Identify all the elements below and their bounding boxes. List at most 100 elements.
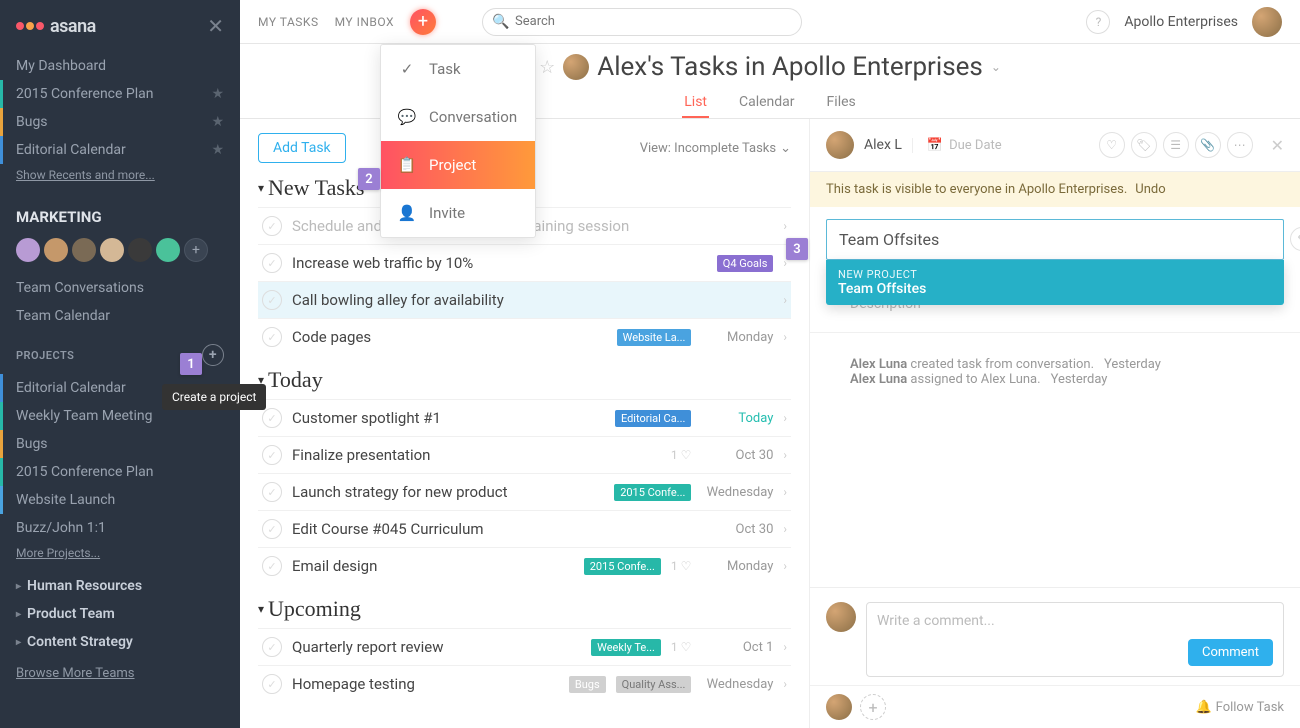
org-switcher[interactable]: Apollo Enterprises: [1124, 14, 1238, 30]
task-tag[interactable]: Website La...: [617, 329, 692, 346]
comment-input[interactable]: Write a comment... Comment: [866, 602, 1284, 677]
complete-checkbox[interactable]: ✓: [262, 519, 282, 539]
avatar[interactable]: [100, 238, 124, 262]
project-suggestion[interactable]: NEW PROJECT Team Offsites: [826, 260, 1284, 305]
follow-task-button[interactable]: 🔔Follow Task: [1195, 700, 1284, 715]
complete-checkbox[interactable]: ✓: [262, 216, 282, 236]
task-tag[interactable]: Q4 Goals: [717, 255, 774, 272]
favorite-star-icon[interactable]: ☆: [539, 57, 555, 78]
project-input[interactable]: [826, 219, 1284, 260]
sidebar-team-link[interactable]: Team Calendar: [0, 302, 240, 330]
add-task-button[interactable]: Add Task: [258, 133, 346, 163]
nav-my-tasks[interactable]: MY TASKS: [258, 15, 319, 29]
task-tag[interactable]: Quality Ass...: [616, 676, 692, 693]
complete-checkbox[interactable]: ✓: [262, 674, 282, 694]
task-row[interactable]: ✓Increase web traffic by 10%Q4 Goals›: [258, 244, 791, 281]
like-count[interactable]: 1 ♡: [671, 448, 691, 462]
task-row[interactable]: ✓Launch strategy for new product2015 Con…: [258, 473, 791, 510]
add-member-button[interactable]: +: [184, 238, 208, 262]
task-group-header[interactable]: Upcoming: [258, 596, 791, 622]
collaborator-avatar[interactable]: [826, 694, 852, 720]
complete-checkbox[interactable]: ✓: [262, 445, 282, 465]
sidebar-team[interactable]: Content Strategy: [0, 628, 240, 656]
title-dropdown-icon[interactable]: ⌄: [991, 60, 1001, 74]
subtask-icon[interactable]: ☰: [1163, 132, 1189, 158]
sidebar-project[interactable]: 2015 Conference Plan: [0, 458, 240, 486]
user-avatar[interactable]: [1252, 7, 1282, 37]
add-collaborator-button[interactable]: +: [860, 694, 886, 720]
browse-teams-link[interactable]: Browse More Teams: [0, 656, 240, 691]
avatar[interactable]: [44, 238, 68, 262]
team-marketing-header[interactable]: MARKETING: [0, 194, 240, 234]
task-tag[interactable]: Editorial Ca...: [615, 410, 691, 427]
sidebar-collapse-icon[interactable]: ✕: [207, 14, 224, 38]
tab-files[interactable]: Files: [825, 88, 858, 118]
help-icon[interactable]: ?: [1086, 10, 1110, 34]
task-row[interactable]: ✓Customer spotlight #1Editorial Ca...Tod…: [258, 399, 791, 436]
task-row[interactable]: ✓Code pagesWebsite La...Monday›: [258, 318, 791, 355]
sidebar-favorite[interactable]: Editorial Calendar★: [0, 136, 240, 164]
task-tag[interactable]: Bugs: [569, 676, 606, 693]
star-icon[interactable]: ★: [211, 86, 224, 102]
task-group-header[interactable]: Today: [258, 367, 791, 393]
comment-button[interactable]: Comment: [1188, 639, 1273, 666]
show-recents-link[interactable]: Show Recents and more...: [0, 164, 240, 194]
complete-checkbox[interactable]: ✓: [262, 253, 282, 273]
star-icon[interactable]: ★: [211, 114, 224, 130]
avatar[interactable]: [156, 238, 180, 262]
star-icon[interactable]: ★: [211, 142, 224, 158]
like-icon[interactable]: ♡: [1099, 132, 1125, 158]
attachment-icon[interactable]: 📎: [1195, 132, 1221, 158]
assignee-name[interactable]: Alex L: [864, 137, 902, 153]
like-count[interactable]: 1 ♡: [671, 559, 691, 573]
sidebar-project[interactable]: Buzz/John 1:1: [0, 514, 240, 542]
search-input[interactable]: [482, 8, 802, 36]
task-row[interactable]: ✓Finalize presentation1 ♡Oct 30›: [258, 436, 791, 473]
undo-link[interactable]: Undo: [1135, 182, 1165, 197]
complete-checkbox[interactable]: ✓: [262, 637, 282, 657]
create-menu-invite[interactable]: 👤Invite: [381, 189, 535, 237]
sidebar-project[interactable]: Bugs: [0, 430, 240, 458]
due-date-field[interactable]: 📅 Due Date: [912, 138, 1002, 153]
sidebar-favorite[interactable]: Bugs★: [0, 108, 240, 136]
complete-checkbox[interactable]: ✓: [262, 482, 282, 502]
tag-icon[interactable]: 🏷: [1131, 132, 1157, 158]
tab-list[interactable]: List: [682, 88, 709, 118]
global-add-button[interactable]: +: [410, 9, 436, 35]
create-menu-task[interactable]: ✓Task: [381, 45, 535, 93]
sidebar-dashboard[interactable]: My Dashboard: [0, 52, 240, 80]
create-menu-project[interactable]: 📋Project: [381, 141, 535, 189]
complete-checkbox[interactable]: ✓: [262, 290, 282, 310]
close-detail-icon[interactable]: ✕: [1271, 136, 1284, 155]
avatar[interactable]: [72, 238, 96, 262]
task-tag[interactable]: Weekly Te...: [591, 639, 661, 656]
create-menu-conversation[interactable]: 💬Conversation: [381, 93, 535, 141]
complete-checkbox[interactable]: ✓: [262, 556, 282, 576]
assignee-avatar[interactable]: [826, 131, 854, 159]
task-tag[interactable]: 2015 Confe...: [584, 558, 661, 575]
sidebar-favorite[interactable]: 2015 Conference Plan★: [0, 80, 240, 108]
sidebar-team[interactable]: Product Team: [0, 600, 240, 628]
sidebar-project[interactable]: Website Launch: [0, 486, 240, 514]
more-icon[interactable]: ⋯: [1227, 132, 1253, 158]
nav-my-inbox[interactable]: MY INBOX: [335, 15, 394, 29]
more-projects-link[interactable]: More Projects...: [0, 542, 240, 572]
sidebar-team[interactable]: Human Resources: [0, 572, 240, 600]
task-row[interactable]: ✓Quarterly report reviewWeekly Te...1 ♡O…: [258, 628, 791, 665]
complete-checkbox[interactable]: ✓: [262, 408, 282, 428]
like-count[interactable]: 1 ♡: [671, 640, 691, 654]
owner-avatar[interactable]: [563, 54, 589, 80]
sidebar-team-link[interactable]: Team Conversations: [0, 274, 240, 302]
edit-icon[interactable]: ✎: [1290, 227, 1300, 251]
avatar[interactable]: [128, 238, 152, 262]
tab-calendar[interactable]: Calendar: [737, 88, 797, 118]
complete-checkbox[interactable]: ✓: [262, 327, 282, 347]
avatar[interactable]: [16, 238, 40, 262]
task-tag[interactable]: 2015 Confe...: [614, 484, 691, 501]
task-row[interactable]: ✓Homepage testingBugsQuality Ass...Wedne…: [258, 665, 791, 702]
add-project-button[interactable]: +: [202, 344, 224, 366]
task-row[interactable]: ✓Call bowling alley for availability›: [258, 281, 791, 318]
task-row[interactable]: ✓Email design2015 Confe...1 ♡Monday›: [258, 547, 791, 584]
view-filter[interactable]: View: Incomplete Tasks⌄: [640, 141, 791, 156]
logo[interactable]: asana: [16, 16, 96, 37]
